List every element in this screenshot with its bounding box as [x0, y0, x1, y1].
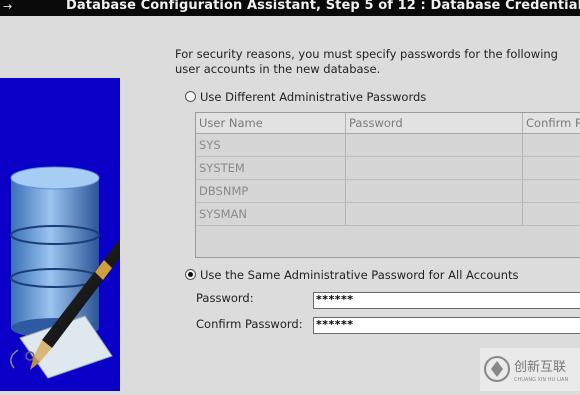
column-header-user-name[interactable]: User Name: [196, 113, 346, 133]
confirm-password-label: Confirm Password:: [196, 317, 303, 331]
watermark-text-cn: 创新互联: [514, 359, 566, 375]
cell-password[interactable]: [346, 134, 523, 156]
table-header: User Name Password Confirm Password: [196, 113, 580, 134]
users-table: User Name Password Confirm Password SYS …: [195, 112, 580, 258]
table-row: SYSMAN: [196, 203, 580, 226]
watermark-text-en: CHUANG XIN HU LIAN: [514, 377, 568, 383]
cell-confirm-password[interactable]: [523, 134, 580, 156]
radio-button-selected-icon[interactable]: [185, 269, 196, 280]
window-title: Database Configuration Assistant, Step 5…: [66, 0, 580, 13]
cell-user-name: DBSNMP: [196, 180, 346, 202]
cell-confirm-password[interactable]: [523, 203, 580, 225]
cell-password[interactable]: [346, 180, 523, 202]
radio-same-password[interactable]: Use the Same Administrative Password for…: [185, 268, 519, 282]
window-menu-icon[interactable]: →: [3, 1, 12, 13]
cell-password[interactable]: [346, 157, 523, 179]
watermark-icon: 创新互联 CHUANG XIN HU LIAN: [484, 356, 568, 383]
cell-confirm-password[interactable]: [523, 157, 580, 179]
table-row: SYS: [196, 134, 580, 157]
column-header-confirm-password[interactable]: Confirm Password: [523, 113, 580, 133]
watermark-logo: 创新互联 CHUANG XIN HU LIAN: [480, 348, 580, 391]
table-row: SYSTEM: [196, 157, 580, 180]
intro-text: For security reasons, you must specify p…: [175, 47, 558, 76]
radio-button-icon[interactable]: [185, 91, 196, 102]
column-header-password[interactable]: Password: [346, 113, 523, 133]
password-input[interactable]: ******: [313, 292, 580, 309]
cell-user-name: SYSMAN: [196, 203, 346, 225]
radio-different-passwords[interactable]: Use Different Administrative Passwords: [185, 90, 426, 104]
cell-user-name: SYSTEM: [196, 157, 346, 179]
password-label: Password:: [196, 291, 254, 305]
cell-confirm-password[interactable]: [523, 180, 580, 202]
title-bar: → Database Configuration Assistant, Step…: [0, 0, 580, 16]
cell-password[interactable]: [346, 203, 523, 225]
confirm-password-input[interactable]: ******: [313, 317, 580, 334]
main-panel: For security reasons, you must specify p…: [0, 16, 580, 391]
table-row: DBSNMP: [196, 180, 580, 203]
radio-different-label: Use Different Administrative Passwords: [200, 90, 427, 104]
cell-user-name: SYS: [196, 134, 346, 156]
radio-same-label: Use the Same Administrative Password for…: [200, 268, 519, 282]
